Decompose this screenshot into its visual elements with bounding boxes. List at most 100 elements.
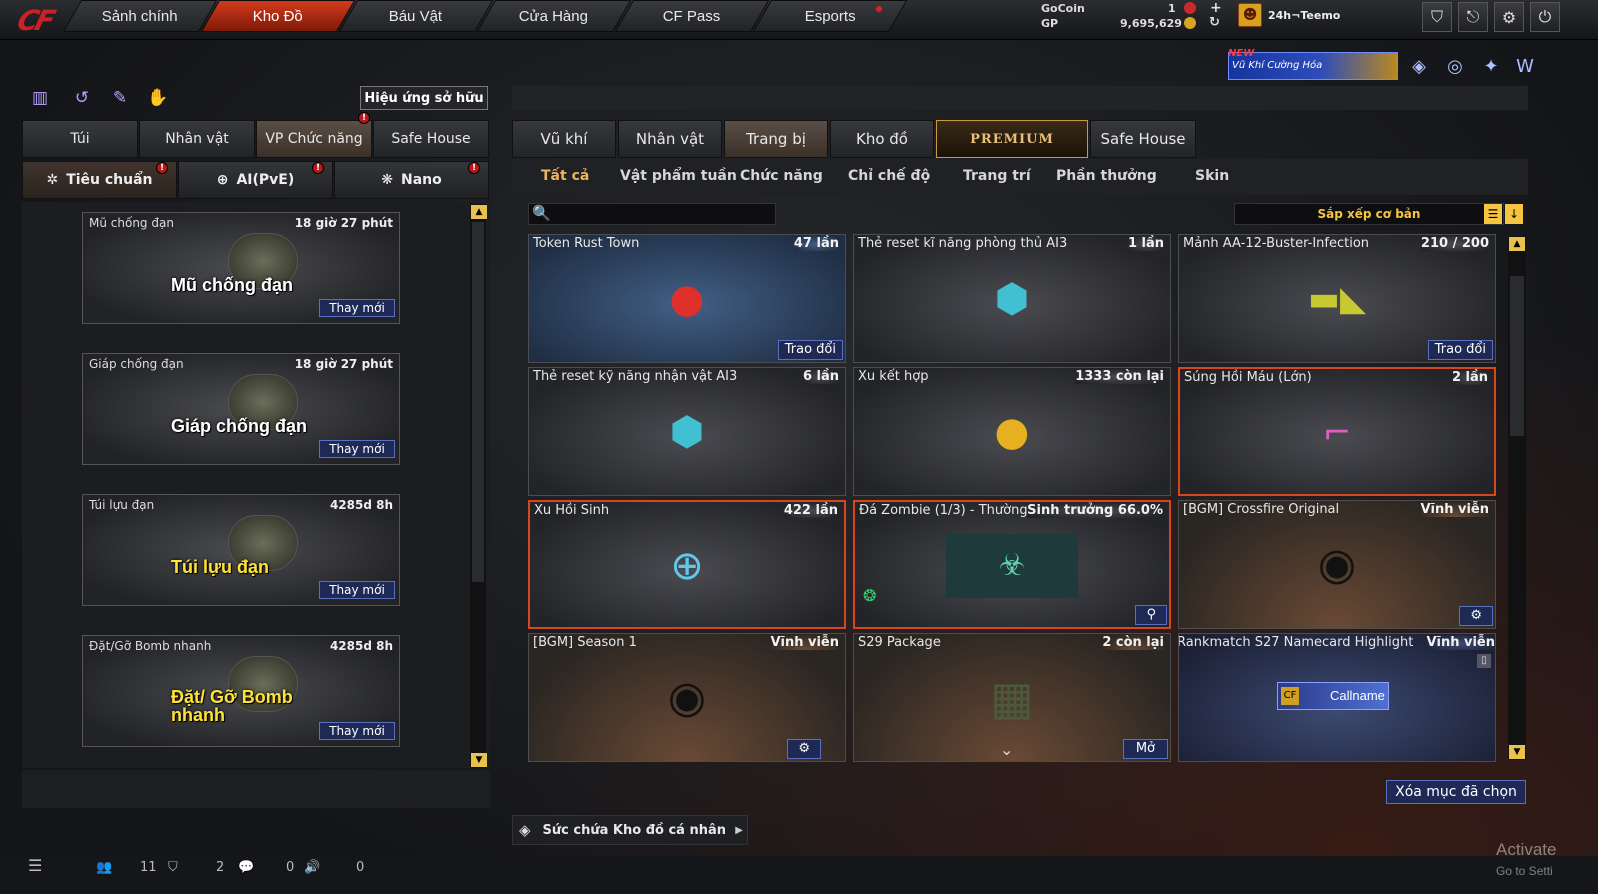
friends-icon[interactable]: 👥 bbox=[96, 860, 112, 875]
add-coin-icon[interactable]: + bbox=[1210, 0, 1222, 16]
nav-tab-home[interactable]: Sảnh chính bbox=[62, 0, 218, 32]
list-view-icon[interactable]: ☰ bbox=[1484, 204, 1502, 224]
scroll-thumb[interactable] bbox=[472, 222, 484, 582]
item-time: 4285d 8h bbox=[329, 498, 393, 512]
nav-tab-label: Cửa Hàng bbox=[519, 7, 589, 25]
subtab-nano[interactable]: ❋ Nano ! bbox=[334, 161, 489, 199]
tab-characters[interactable]: Nhân vật bbox=[618, 120, 722, 158]
replace-button[interactable]: Thay mới bbox=[319, 722, 395, 740]
item-card[interactable]: Thẻ reset kĩ năng phòng thủ AI3 1 lần ⬢ bbox=[853, 234, 1171, 363]
ranking-icon[interactable]: ▥ bbox=[28, 88, 52, 110]
sort-desc-icon[interactable]: ↓ bbox=[1505, 204, 1523, 224]
item-card[interactable]: S29 Package 2 còn lại ▦ ⌄ Mở bbox=[853, 633, 1171, 762]
subtab-ai-pve[interactable]: ⊕ AI(PvE) ! bbox=[178, 161, 333, 199]
chevron-down-icon[interactable]: ⌄ bbox=[1000, 740, 1013, 759]
subtab-skin[interactable]: Skin bbox=[1195, 168, 1229, 184]
list-item[interactable]: Đặt/Gỡ Bomb nhanh 4285d 8h Đặt/ Gỡ Bomb … bbox=[82, 635, 400, 747]
subtab-weekly[interactable]: Vật phẩm tuần bbox=[620, 168, 737, 184]
item-card[interactable]: Xu kết hợp 1333 còn lại ● bbox=[853, 367, 1171, 496]
subtab-mode-only[interactable]: Chỉ chế độ bbox=[848, 168, 930, 184]
subtab-all[interactable]: Tất cả bbox=[541, 168, 589, 184]
item-card[interactable]: Token Rust Town 47 lần ● Trao đổi bbox=[528, 234, 846, 363]
exit-icon[interactable]: ⎋ bbox=[1458, 2, 1488, 32]
tab-safe-house[interactable]: Safe House bbox=[373, 120, 489, 158]
shield-icon[interactable]: ⛉ bbox=[1422, 2, 1452, 32]
trash-icon[interactable]: ▯ bbox=[1477, 654, 1491, 668]
history-icon[interactable]: ↺ bbox=[70, 88, 94, 110]
tab-premium[interactable]: PREMIUM bbox=[936, 120, 1088, 158]
globe-icon[interactable]: ◎ bbox=[1442, 54, 1468, 80]
trade-button[interactable]: Trao đổi bbox=[777, 340, 843, 360]
item-card[interactable]: Rankmatch S27 Namecard Highlight Vĩnh vi… bbox=[1178, 633, 1496, 762]
power-icon[interactable]: ⏻ bbox=[1530, 2, 1560, 32]
settings-icon[interactable]: ⚙ bbox=[1459, 606, 1493, 626]
speaker-icon[interactable]: 🔊 bbox=[304, 860, 320, 875]
right-scrollbar[interactable]: ▲ ▼ bbox=[1508, 236, 1526, 760]
hand-icon[interactable]: ✋ bbox=[146, 88, 170, 110]
sword-icon[interactable]: ✦ bbox=[1478, 54, 1504, 80]
scroll-down-icon[interactable]: ▼ bbox=[471, 753, 487, 767]
item-card[interactable]: [BGM] Crossfire Original Vĩnh viễn ◉ ⚙ bbox=[1178, 500, 1496, 629]
delete-selected-button[interactable]: Xóa mục đã chọn bbox=[1386, 780, 1526, 804]
list-item[interactable]: Túi lựu đạn 4285d 8h Túi lựu đạn Thay mớ… bbox=[82, 494, 400, 606]
tab-function-items[interactable]: VP Chức năng bbox=[256, 120, 372, 158]
package-box-icon: ▦ bbox=[990, 671, 1034, 725]
nav-tab-esports[interactable]: Esports bbox=[752, 0, 908, 32]
storage-capacity-button[interactable]: ◈ Sức chứa Kho đồ cá nhân ▶ bbox=[512, 815, 748, 845]
tab-safe-house[interactable]: Safe House bbox=[1090, 120, 1196, 158]
right-header-bar bbox=[512, 86, 1528, 110]
item-card[interactable]: Xu Hồi Sinh 422 lần ⊕ bbox=[528, 500, 846, 629]
item-card[interactable]: Mảnh AA-12-Buster-Infection 210 / 200 ▬◣… bbox=[1178, 234, 1496, 363]
trade-button[interactable]: Trao đổi bbox=[1427, 340, 1493, 360]
gear-icon[interactable]: ⚙ bbox=[1494, 2, 1524, 32]
scroll-down-icon[interactable]: ▼ bbox=[1509, 745, 1525, 759]
list-item[interactable]: Mũ chống đạn 18 giờ 27 phút Mũ chống đạn… bbox=[82, 212, 400, 324]
sort-select[interactable]: Sắp xếp cơ bản bbox=[1234, 203, 1504, 225]
v-emblem-icon[interactable]: ◈ bbox=[1406, 54, 1432, 80]
nav-tab-cf-pass[interactable]: CF Pass bbox=[614, 0, 770, 32]
owned-effects-button[interactable]: Hiệu ứng sở hữu bbox=[360, 86, 488, 110]
w-emblem-icon[interactable]: W bbox=[1512, 54, 1538, 80]
subtab-decor[interactable]: Trang trí bbox=[963, 168, 1031, 184]
card-name: Đá Zombie (1/3) - Thường bbox=[859, 503, 1028, 518]
alert-icon: ! bbox=[358, 112, 370, 124]
item-card[interactable]: Súng Hồi Máu (Lớn) 2 lần ⌐ bbox=[1178, 367, 1496, 496]
card-name: Thẻ reset kỹ năng nhận vật AI3 bbox=[533, 369, 738, 384]
item-card[interactable]: [BGM] Season 1 Vĩnh viễn ◉ ⚙ bbox=[528, 633, 846, 762]
replace-button[interactable]: Thay mới bbox=[319, 299, 395, 317]
nav-tab-treasure[interactable]: Báu Vật bbox=[338, 0, 494, 32]
cf-logo[interactable]: CF bbox=[0, 2, 71, 38]
tab-equipment[interactable]: Trang bị bbox=[724, 120, 828, 158]
tab-bag[interactable]: Túi bbox=[22, 120, 138, 158]
settings-icon[interactable]: ⚙ bbox=[787, 739, 821, 759]
scroll-up-icon[interactable]: ▲ bbox=[471, 205, 487, 219]
tab-storage[interactable]: Kho đồ bbox=[830, 120, 934, 158]
menu-icon[interactable]: ☰ bbox=[28, 856, 42, 875]
chat-icon[interactable]: 💬 bbox=[238, 860, 254, 875]
replace-button[interactable]: Thay mới bbox=[319, 581, 395, 599]
tab-weapons[interactable]: Vũ khí bbox=[512, 120, 616, 158]
list-item[interactable]: Giáp chống đạn 18 giờ 27 phút Giáp chống… bbox=[82, 353, 400, 465]
refresh-icon[interactable]: ↻ bbox=[1209, 15, 1220, 30]
subtab-function[interactable]: Chức năng bbox=[740, 168, 823, 184]
scroll-thumb[interactable] bbox=[1510, 276, 1524, 436]
item-card[interactable]: Đá Zombie (1/3) - Thường Sinh trưởng 66.… bbox=[853, 500, 1171, 629]
coin-icon: ● bbox=[994, 409, 1030, 455]
search-input[interactable] bbox=[528, 203, 776, 225]
nav-tab-inventory[interactable]: Kho Đồ bbox=[200, 0, 356, 32]
clan-shield-icon[interactable]: ⛉ bbox=[168, 860, 178, 875]
open-button[interactable]: Mở bbox=[1122, 739, 1168, 759]
left-footer bbox=[22, 770, 490, 808]
item-card[interactable]: Thẻ reset kỹ năng nhận vật AI3 6 lần ⬢ bbox=[528, 367, 846, 496]
subtab-rewards[interactable]: Phần thưởng bbox=[1056, 168, 1157, 184]
replace-button[interactable]: Thay mới bbox=[319, 440, 395, 458]
nav-tab-shop[interactable]: Cửa Hàng bbox=[476, 0, 632, 32]
username[interactable]: 24h¬Teemo bbox=[1268, 9, 1340, 22]
magnify-icon[interactable]: ⚲ bbox=[1135, 605, 1167, 625]
gp-icon bbox=[1184, 17, 1196, 29]
tab-character[interactable]: Nhân vật bbox=[139, 120, 255, 158]
spray-icon[interactable]: ✎ bbox=[108, 88, 132, 110]
subtab-standard[interactable]: ✲ Tiêu chuẩn ! bbox=[22, 161, 177, 199]
scroll-up-icon[interactable]: ▲ bbox=[1509, 237, 1525, 251]
left-scrollbar[interactable]: ▲ ▼ bbox=[470, 204, 487, 768]
